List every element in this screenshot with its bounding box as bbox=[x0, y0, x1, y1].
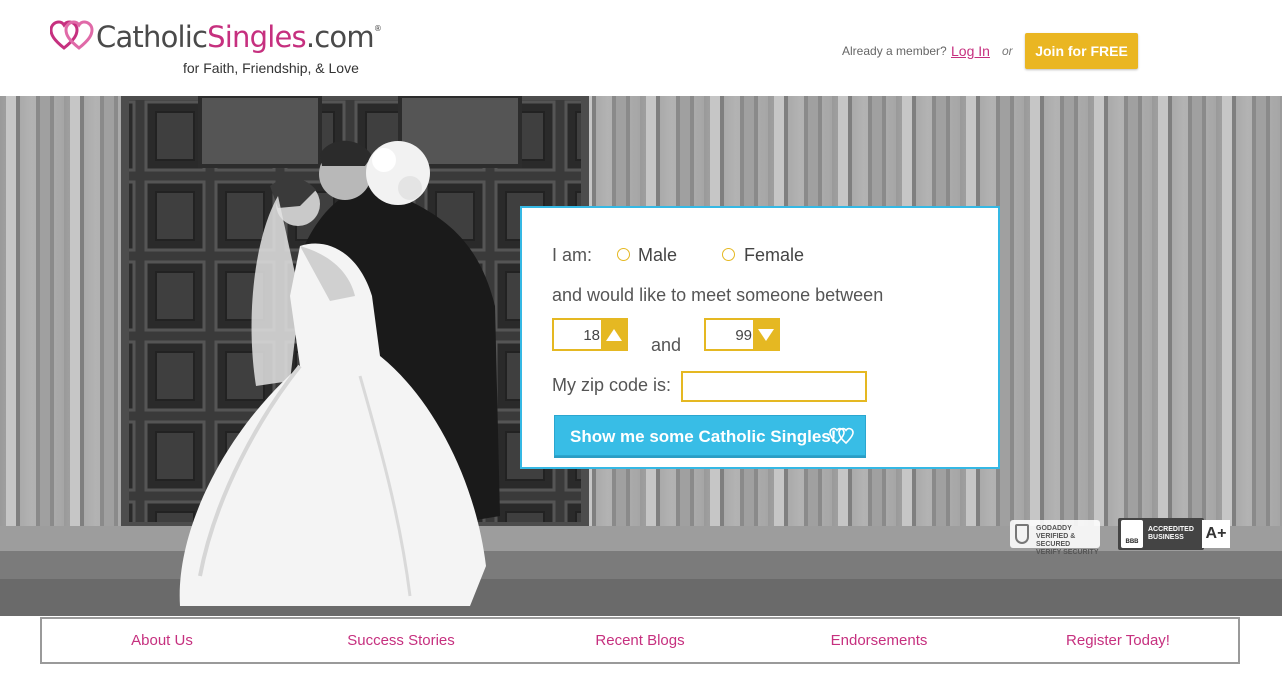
godaddy-line-1: GODADDY bbox=[1036, 525, 1072, 532]
trust-badges: GODADDY VERIFIED & SECURED VERIFY SECURI… bbox=[1010, 518, 1232, 556]
already-member-text: Already a member? bbox=[842, 44, 947, 58]
male-radio[interactable] bbox=[617, 248, 630, 261]
female-option-label[interactable]: Female bbox=[744, 245, 804, 266]
logo-wordmark: CatholicSingles.com® bbox=[96, 20, 382, 54]
male-option-label[interactable]: Male bbox=[638, 245, 677, 266]
logo-part-dotcom: .com bbox=[305, 20, 375, 54]
age-min-value: 18 bbox=[583, 327, 600, 344]
double-heart-icon bbox=[829, 427, 854, 445]
godaddy-line-2: VERIFIED & SECURED bbox=[1036, 533, 1076, 548]
age-down-button[interactable] bbox=[753, 320, 778, 349]
nav-success-stories[interactable]: Success Stories bbox=[301, 632, 501, 649]
i-am-label: I am: bbox=[552, 245, 593, 265]
triangle-down-icon bbox=[757, 328, 774, 341]
nav-about-us[interactable]: About Us bbox=[62, 632, 262, 649]
logo-part-catholic: Catholic bbox=[96, 20, 208, 54]
bbb-line-1: ACCREDITED bbox=[1148, 526, 1194, 533]
triangle-up-icon bbox=[605, 328, 622, 341]
bbb-logo: BBB bbox=[1121, 520, 1143, 548]
shield-icon bbox=[1015, 524, 1029, 544]
or-text: or bbox=[1002, 44, 1013, 58]
meet-text: and would like to meet someone between bbox=[552, 285, 884, 305]
logo-part-singles: Singles bbox=[207, 20, 306, 54]
bbb-line-2: BUSINESS bbox=[1148, 534, 1184, 541]
signup-form: I am: Male Female and would like to meet… bbox=[520, 206, 1000, 469]
zip-input[interactable] bbox=[681, 371, 867, 402]
site-header: CatholicSingles.com® for Faith, Friendsh… bbox=[0, 0, 1282, 96]
bbb-rating: A+ bbox=[1202, 520, 1230, 548]
godaddy-badge[interactable]: GODADDY VERIFIED & SECURED VERIFY SECURI… bbox=[1010, 520, 1100, 556]
footer-nav: About Us Success Stories Recent Blogs En… bbox=[40, 617, 1240, 664]
godaddy-line-3: VERIFY SECURITY bbox=[1036, 549, 1099, 556]
site-logo[interactable]: CatholicSingles.com® for Faith, Friendsh… bbox=[50, 18, 382, 82]
join-button[interactable]: Join for FREE bbox=[1025, 33, 1138, 69]
logo-tagline: for Faith, Friendship, & Love bbox=[183, 60, 359, 76]
submit-button[interactable]: Show me some Catholic Singles! bbox=[554, 415, 866, 456]
godaddy-badge-text: GODADDY VERIFIED & SECURED VERIFY SECURI… bbox=[1036, 525, 1100, 557]
member-area: Already a member? Log In or Join for FRE… bbox=[842, 33, 1282, 69]
nav-register-today[interactable]: Register Today! bbox=[1018, 632, 1218, 649]
age-up-button[interactable] bbox=[601, 320, 626, 349]
zip-label: My zip code is: bbox=[552, 375, 672, 395]
age-max-value: 99 bbox=[735, 327, 752, 344]
age-max-stepper[interactable]: 99 bbox=[704, 318, 780, 351]
registered-mark: ® bbox=[373, 24, 382, 33]
nav-recent-blogs[interactable]: Recent Blogs bbox=[540, 632, 740, 649]
double-heart-icon bbox=[50, 20, 94, 50]
bbb-badge-text: ACCREDITED BUSINESS bbox=[1148, 526, 1194, 542]
nav-endorsements[interactable]: Endorsements bbox=[779, 632, 979, 649]
age-min-stepper[interactable]: 18 bbox=[552, 318, 628, 351]
and-text: and bbox=[651, 335, 682, 355]
submit-label: Show me some Catholic Singles! bbox=[570, 427, 837, 446]
bbb-badge[interactable]: BBB ACCREDITED BUSINESS bbox=[1118, 518, 1204, 550]
login-link[interactable]: Log In bbox=[951, 43, 990, 59]
female-radio[interactable] bbox=[722, 248, 735, 261]
